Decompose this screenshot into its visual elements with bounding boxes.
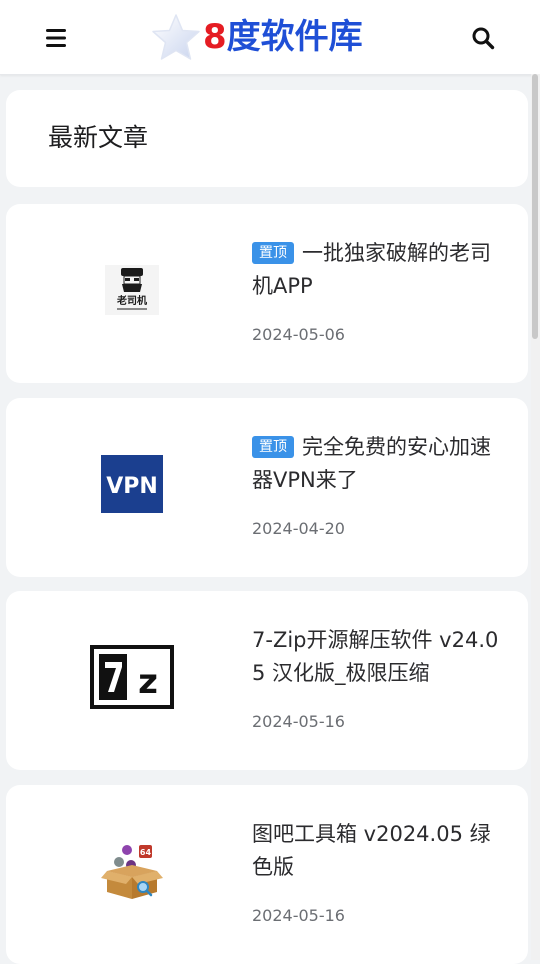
post-thumbnail[interactable]: z <box>90 631 174 723</box>
pinned-badge: 置顶 <box>252 242 294 264</box>
thumb-label: z <box>138 662 158 702</box>
post-card[interactable]: 老司机 置顶 一批独家破解的老司机APP 2024-05-06 <box>6 204 528 383</box>
old-driver-app-icon: 老司机 <box>105 265 159 315</box>
site-logo[interactable]: 8度软件库 <box>148 10 388 64</box>
vpn-app-icon: VPN <box>101 455 163 513</box>
search-icon <box>472 27 495 50</box>
post-body: 图吧工具箱 v2024.05 绿色版 2024-05-16 <box>252 818 502 926</box>
post-card[interactable]: VPN 置顶 完全免费的安心加速器VPN来了 2024-04-20 <box>6 398 528 577</box>
logo-text: 8度软件库 <box>203 16 363 58</box>
post-body: 置顶 完全免费的安心加速器VPN来了 2024-04-20 <box>252 431 502 539</box>
menu-icon <box>46 29 66 47</box>
post-thumbnail[interactable]: 老司机 <box>86 244 178 336</box>
post-body: 置顶 一批独家破解的老司机APP 2024-05-06 <box>252 237 502 345</box>
thumb-label: VPN <box>106 474 158 499</box>
post-date: 2024-05-16 <box>252 906 345 925</box>
search-button[interactable] <box>468 23 498 53</box>
scrollbar-thumb[interactable] <box>532 74 538 339</box>
post-card[interactable]: 64 图吧工具箱 v2024.05 绿色版 2024-05-16 <box>6 785 528 964</box>
thumb-label: 老司机 <box>116 294 147 307</box>
page-scrollbar[interactable] <box>531 74 540 960</box>
post-title[interactable]: 7-Zip开源解压软件 v24.05 汉化版_极限压缩 <box>252 624 502 690</box>
toolbox-app-icon: 64 <box>101 845 163 899</box>
post-date: 2024-05-16 <box>252 712 345 731</box>
post-date: 2024-05-06 <box>252 325 345 344</box>
post-card[interactable]: z 7-Zip开源解压软件 v24.05 汉化版_极限压缩 2024-05-16 <box>6 591 528 770</box>
site-header: 8度软件库 <box>0 0 540 75</box>
post-title[interactable]: 置顶 完全免费的安心加速器VPN来了 <box>252 431 502 497</box>
post-date: 2024-04-20 <box>252 519 345 538</box>
post-title[interactable]: 置顶 一批独家破解的老司机APP <box>252 237 502 303</box>
section-title: 最新文章 <box>48 123 149 152</box>
7zip-app-icon: z <box>90 645 174 709</box>
menu-button[interactable] <box>42 24 70 52</box>
pinned-badge: 置顶 <box>252 436 294 458</box>
post-body: 7-Zip开源解压软件 v24.05 汉化版_极限压缩 2024-05-16 <box>252 624 502 732</box>
post-title[interactable]: 图吧工具箱 v2024.05 绿色版 <box>252 818 502 884</box>
post-thumbnail[interactable]: 64 <box>86 825 178 917</box>
star-logo-icon <box>152 14 200 60</box>
logo-word: 度软件库 <box>226 17 363 57</box>
section-header-card: 最新文章 <box>6 90 528 187</box>
svg-text:64: 64 <box>140 848 152 857</box>
logo-number: 8 <box>203 17 227 57</box>
post-thumbnail[interactable]: VPN <box>86 438 178 530</box>
